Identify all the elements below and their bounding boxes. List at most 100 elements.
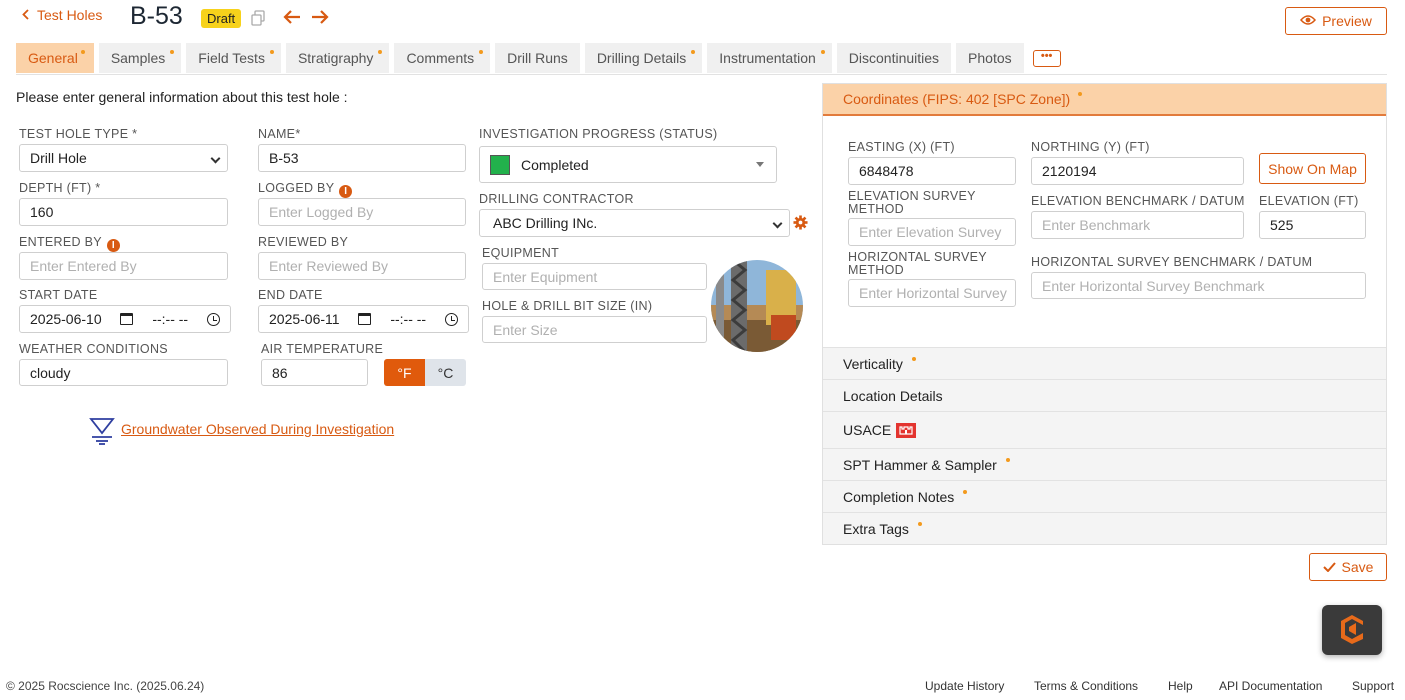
app-launcher-button[interactable] [1322, 605, 1382, 655]
easting-input[interactable]: 6848478 [848, 157, 1016, 185]
previous-arrow-icon[interactable] [283, 7, 301, 29]
accordion-location-details[interactable]: Location Details [823, 379, 1386, 411]
reviewed-by-input[interactable]: Enter Reviewed By [258, 252, 466, 280]
end-time-value: --:-- -- [390, 311, 427, 327]
tab-drilling-details[interactable]: Drilling Details [584, 43, 703, 73]
start-date-input[interactable]: 2025-06-10 --:-- -- [19, 305, 231, 333]
footer-link-terms[interactable]: Terms & Conditions [1034, 679, 1138, 693]
more-tabs-button[interactable]: ••• [1028, 43, 1061, 73]
northing-input[interactable]: 2120194 [1031, 157, 1244, 185]
horizontal-benchmark-label: HORIZONTAL SURVEY BENCHMARK / DATUM [1031, 255, 1313, 269]
gear-icon[interactable] [793, 215, 808, 233]
clock-icon[interactable] [444, 312, 458, 326]
elevation-method-input[interactable]: Enter Elevation Survey [848, 218, 1016, 246]
end-date-input[interactable]: 2025-06-11 --:-- -- [258, 305, 469, 333]
footer-link-support[interactable]: Support [1352, 679, 1394, 693]
info-icon[interactable]: i [339, 185, 353, 198]
start-date-value: 2025-06-10 [30, 311, 102, 327]
air-temperature-input[interactable]: 86 [261, 359, 368, 386]
accordion-extra-tags[interactable]: Extra Tags [823, 512, 1386, 544]
name-label: NAME* [258, 127, 301, 141]
footer-link-help[interactable]: Help [1168, 679, 1193, 693]
eye-icon [1300, 13, 1317, 29]
elevation-input[interactable]: 525 [1259, 211, 1366, 239]
status-badge: Draft [201, 9, 242, 28]
tab-discontinuities[interactable]: Discontinuities [836, 43, 952, 73]
fahrenheit-toggle[interactable]: °F [384, 359, 425, 386]
elevation-label: ELEVATION (FT) [1259, 194, 1359, 208]
accordion-completion-notes[interactable]: Completion Notes [823, 480, 1386, 512]
equipment-input[interactable]: Enter Equipment [482, 263, 707, 290]
progress-label: INVESTIGATION PROGRESS (STATUS) [479, 127, 718, 141]
back-to-test-holes-link[interactable]: Test Holes [22, 7, 102, 23]
accordion-verticality[interactable]: Verticality [823, 347, 1386, 379]
horizontal-benchmark-input[interactable]: Enter Horizontal Survey Benchmark [1031, 272, 1366, 299]
clock-icon[interactable] [206, 312, 220, 326]
check-icon [1322, 559, 1336, 575]
logged-by-label: LOGGED BY i [258, 182, 353, 198]
chevron-left-icon [22, 7, 29, 23]
end-date-label: END DATE [258, 288, 323, 302]
tab-general[interactable]: General [16, 43, 94, 73]
progress-value: Completed [521, 156, 589, 173]
calendar-icon[interactable] [358, 313, 372, 325]
horizontal-method-label: HORIZONTAL SURVEY METHOD [848, 250, 987, 277]
contractor-select[interactable]: ABC Drilling INc. [479, 209, 790, 237]
air-temperature-label: AIR TEMPERATURE [261, 342, 384, 356]
elevation-method-label: ELEVATION SURVEY METHOD [848, 189, 976, 216]
status-color-swatch [490, 154, 510, 175]
end-date-value: 2025-06-11 [269, 311, 340, 327]
start-date-label: START DATE [19, 288, 98, 302]
equipment-label: EQUIPMENT [482, 246, 560, 260]
copyright-text: © 2025 Rocscience Inc. (2025.06.24) [6, 679, 205, 693]
save-label: Save [1341, 559, 1374, 575]
elevation-benchmark-label: ELEVATION BENCHMARK / DATUM [1031, 194, 1245, 208]
horizontal-method-input[interactable]: Enter Horizontal Survey [848, 279, 1016, 307]
tab-drill-runs[interactable]: Drill Runs [495, 43, 580, 73]
weather-input[interactable]: cloudy [19, 359, 228, 386]
start-time-value: --:-- -- [152, 311, 189, 327]
show-on-map-button[interactable]: Show On Map [1259, 153, 1366, 184]
footer-link-update-history[interactable]: Update History [925, 679, 1004, 693]
next-arrow-icon[interactable] [311, 7, 329, 29]
tab-field-tests[interactable]: Field Tests [186, 43, 281, 73]
accordion-spt-hammer[interactable]: SPT Hammer & Sampler [823, 448, 1386, 480]
tab-stratigraphy[interactable]: Stratigraphy [285, 43, 390, 73]
coordinates-header[interactable]: Coordinates (FIPS: 402 [SPC Zone]) [823, 84, 1386, 116]
test-hole-type-label: TEST HOLE TYPE * [19, 127, 138, 141]
bit-size-input[interactable]: Enter Size [482, 316, 707, 343]
groundwater-icon [89, 417, 115, 445]
progress-select[interactable]: Completed [479, 146, 777, 183]
elevation-benchmark-input[interactable]: Enter Benchmark [1031, 211, 1244, 239]
tab-bar: General Samples Field Tests Stratigraphy… [16, 43, 1061, 73]
tab-comments[interactable]: Comments [394, 43, 491, 73]
logged-by-input[interactable]: Enter Logged By [258, 198, 466, 226]
intro-text: Please enter general information about t… [16, 89, 348, 105]
depth-input[interactable]: 160 [19, 198, 228, 226]
tab-samples[interactable]: Samples [98, 43, 182, 73]
copy-icon[interactable] [251, 10, 265, 26]
weather-label: WEATHER CONDITIONS [19, 342, 168, 356]
depth-label: DEPTH (FT) * [19, 181, 101, 195]
entered-by-input[interactable]: Enter Entered By [19, 252, 228, 280]
tab-instrumentation[interactable]: Instrumentation [707, 43, 832, 73]
preview-button[interactable]: Preview [1285, 7, 1387, 35]
info-icon[interactable]: i [106, 239, 120, 252]
test-hole-type-value: Drill Hole [30, 150, 87, 166]
northing-label: NORTHING (Y) (FT) [1031, 140, 1150, 154]
accordion-usace[interactable]: USACE [823, 411, 1386, 448]
drill-rig-photo[interactable] [711, 260, 803, 352]
tab-photos[interactable]: Photos [956, 43, 1024, 73]
footer-link-api-docs[interactable]: API Documentation [1219, 679, 1322, 693]
entered-by-label: ENTERED BY i [19, 236, 120, 252]
save-button[interactable]: Save [1309, 553, 1387, 581]
groundwater-link[interactable]: Groundwater Observed During Investigatio… [121, 421, 394, 437]
test-hole-type-select[interactable]: Drill Hole [19, 144, 228, 172]
chevron-down-icon [772, 218, 783, 229]
calendar-icon[interactable] [120, 313, 134, 325]
page-title: B-53 [130, 2, 183, 30]
celsius-toggle[interactable]: °C [425, 359, 466, 386]
rocscience-logo-icon [1338, 613, 1366, 648]
contractor-label: DRILLING CONTRACTOR [479, 192, 634, 206]
name-input[interactable]: B-53 [258, 144, 466, 172]
